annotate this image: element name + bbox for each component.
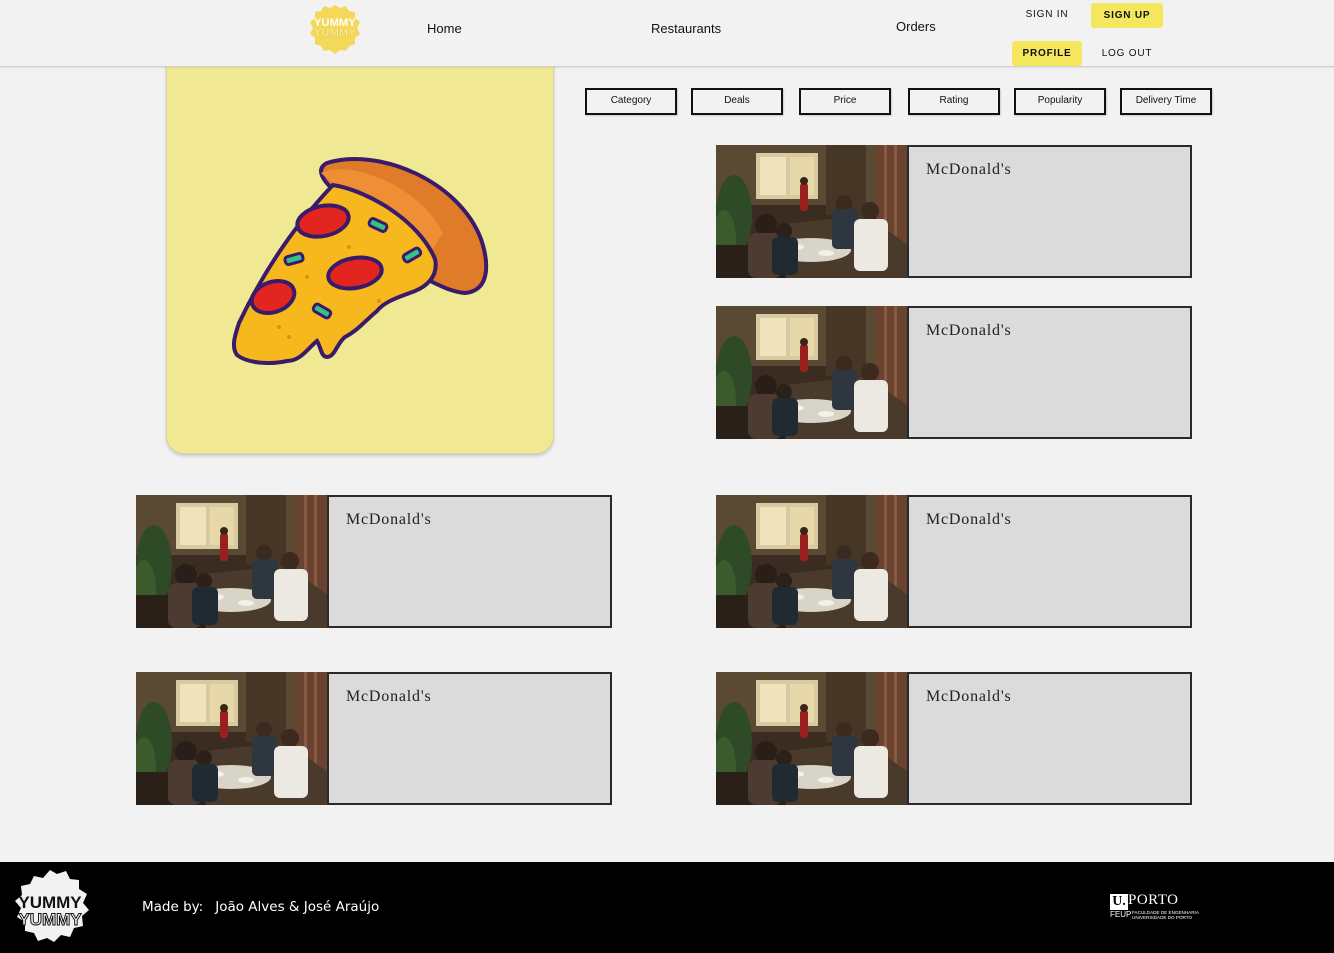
made-by-label: Made by: — [142, 899, 204, 915]
restaurant-card-body: McDonald's — [327, 495, 612, 628]
restaurant-photo — [716, 145, 908, 278]
restaurant-photo — [716, 672, 908, 805]
restaurant-card-body: McDonald's — [907, 145, 1192, 278]
footer: YUMMY YUMMY Made by: João Alves & José Ar… — [0, 862, 1334, 953]
filter-delivery-time-button[interactable]: Delivery Time — [1120, 88, 1212, 115]
pizza-slice-icon — [231, 157, 489, 365]
profile-button[interactable]: PROFILE — [1012, 41, 1082, 66]
faculty-text: FACULDADE DE ENGENHARIA UNIVERSIDADE DO … — [1132, 910, 1212, 920]
authors: João Alves & José Araújo — [215, 899, 380, 915]
uporto-word: PORTO — [1128, 892, 1179, 908]
university-logo[interactable]: U. PORTO FEUP FACULDADE DE ENGENHARIA UN… — [1110, 892, 1210, 924]
faculty-line-2: UNIVERSIDADE DO PORTO — [1132, 915, 1193, 920]
restaurant-name: McDonald's — [346, 688, 432, 705]
restaurant-card-body: McDonald's — [907, 672, 1192, 805]
hero-panel — [166, 63, 554, 454]
filter-category-button[interactable]: Category — [585, 88, 677, 115]
logo-text: YUMMY YUMMY — [308, 18, 362, 39]
restaurant-card[interactable]: McDonald's — [716, 145, 1192, 278]
footer-yummy-logo[interactable]: YUMMY YUMMY — [9, 868, 91, 948]
filter-popularity-button[interactable]: Popularity — [1014, 88, 1106, 115]
restaurant-name: McDonald's — [926, 161, 1012, 178]
footer-logo-line-1: YUMMY — [18, 893, 82, 912]
restaurant-photo — [716, 495, 908, 628]
restaurant-photo — [136, 495, 328, 628]
restaurant-name: McDonald's — [926, 322, 1012, 339]
restaurant-card[interactable]: McDonald's — [136, 495, 612, 628]
filter-rating-button[interactable]: Rating — [908, 88, 1000, 115]
sign-up-button[interactable]: SIGN UP — [1091, 3, 1163, 28]
credits: Made by: João Alves & José Araújo — [142, 899, 379, 915]
nav-restaurants-link[interactable]: Restaurants — [651, 21, 721, 36]
restaurant-card[interactable]: McDonald's — [716, 306, 1192, 439]
feup-mark: FEUP — [1110, 910, 1132, 919]
filter-deals-button[interactable]: Deals — [691, 88, 783, 115]
restaurant-name: McDonald's — [926, 511, 1012, 528]
restaurant-name: McDonald's — [926, 688, 1012, 705]
restaurant-photo — [716, 306, 908, 439]
uporto-u-mark: U. — [1110, 894, 1128, 910]
restaurant-card-body: McDonald's — [327, 672, 612, 805]
restaurant-photo — [136, 672, 328, 805]
sign-in-button[interactable]: SIGN IN — [1020, 9, 1074, 23]
footer-logo-text: YUMMY YUMMY — [9, 893, 91, 929]
top-navbar: YUMMY YUMMY Home Restaurants Orders SIGN… — [0, 0, 1334, 67]
restaurant-card[interactable]: McDonald's — [716, 495, 1192, 628]
nav-orders-link[interactable]: Orders — [896, 19, 936, 34]
log-out-button[interactable]: LOG OUT — [1098, 48, 1156, 62]
restaurant-card[interactable]: McDonald's — [136, 672, 612, 805]
restaurant-card[interactable]: McDonald's — [716, 672, 1192, 805]
yummy-logo[interactable]: YUMMY YUMMY — [308, 4, 362, 56]
filter-price-button[interactable]: Price — [799, 88, 891, 115]
restaurant-name: McDonald's — [346, 511, 432, 528]
restaurant-card-body: McDonald's — [907, 306, 1192, 439]
nav-home-link[interactable]: Home — [427, 21, 462, 36]
footer-logo-line-2: YUMMY — [18, 910, 82, 929]
restaurant-card-body: McDonald's — [907, 495, 1192, 628]
logo-line-2: YUMMY — [314, 27, 356, 39]
